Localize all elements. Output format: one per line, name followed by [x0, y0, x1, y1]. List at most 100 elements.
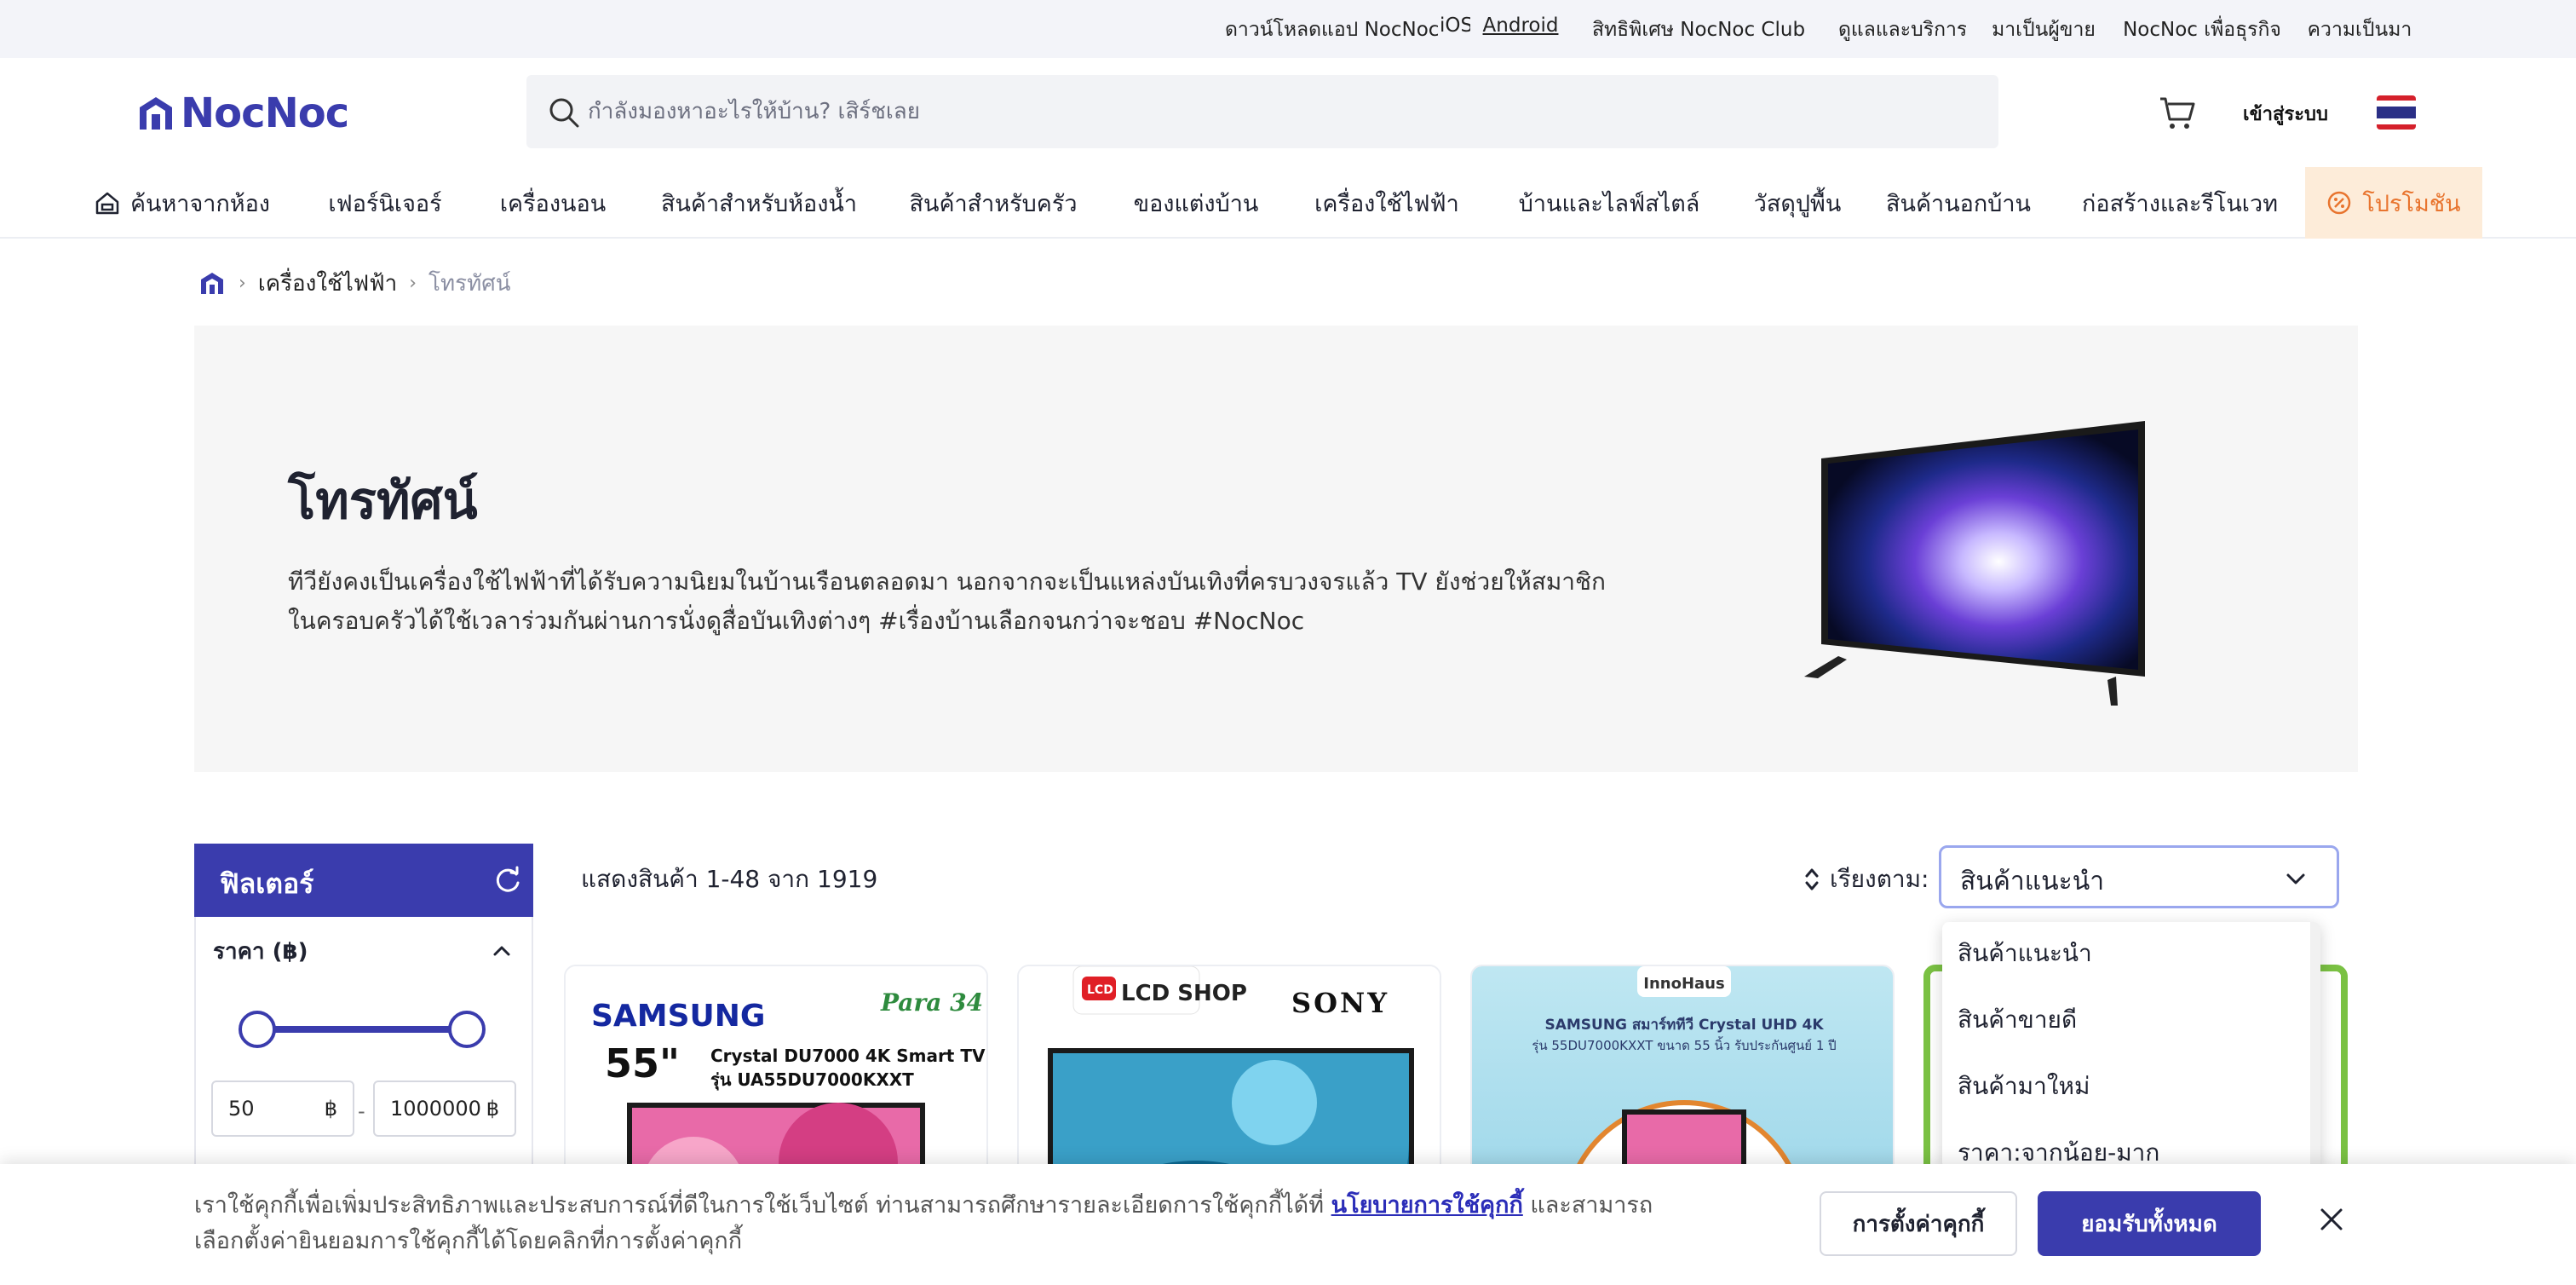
breadcrumb-appliances[interactable]: เครื่องใช้ไฟฟ้า: [258, 266, 397, 301]
filter-title: ฟิลเตอร์: [220, 867, 314, 900]
breadcrumb-current[interactable]: โทรทัศน์: [428, 266, 510, 301]
nav-item-bedding[interactable]: เครื่องนอน: [470, 167, 635, 239]
nav-item-construction[interactable]: ก่อสร้างและรีโนเวท: [2055, 167, 2305, 239]
card-shop: LCD SHOP: [1121, 981, 1247, 1006]
login-button[interactable]: เข้าสู่ระบบ: [2218, 84, 2353, 143]
nav-label: เครื่องนอน: [499, 190, 607, 217]
nav-label: บ้านและไลฟ์สไตล์: [1518, 190, 1700, 217]
nav-item-search-by-room[interactable]: ค้นหาจากห้อง: [66, 167, 298, 239]
topbar-link-about[interactable]: ความเป็นมา: [2305, 14, 2414, 45]
nav-item-promotion[interactable]: โปรโมชัน: [2305, 167, 2482, 239]
nav-item-furniture[interactable]: เฟอร์นิเจอร์: [300, 167, 470, 239]
sort-dropdown-menu: สินค้าแนะนำ สินค้าขายดี สินค้ามาใหม่ ราค…: [1942, 922, 2320, 1169]
card-line-1: SAMSUNG สมาร์ททีวี Crystal UHD 4K: [1544, 1016, 1824, 1034]
breadcrumb: › เครื่องใช้ไฟฟ้า › โทรทัศน์: [198, 266, 511, 300]
search-icon[interactable]: [545, 94, 583, 131]
currency-label: ฿: [324, 1097, 337, 1121]
breadcrumb-separator-icon: ›: [239, 272, 246, 294]
card-size: 55": [605, 1040, 680, 1086]
max-handle-value: 1000000: [443, 1000, 497, 1014]
card-line-1: Crystal DU7000 4K Smart TV: [710, 1046, 986, 1066]
dropdown-scrollbar[interactable]: [2310, 922, 2320, 1169]
topbar-link-ios[interactable]: iOS: [1440, 14, 1470, 37]
sort-label-text: เรียงตาม:: [1830, 865, 1929, 893]
card-line-2: รุ่น UA55DU7000KXXT: [710, 1069, 914, 1091]
refresh-icon[interactable]: [492, 864, 523, 896]
category-nav: ค้นหาจากห้อง เฟอร์นิเจอร์ เครื่องนอน สิน…: [0, 167, 2576, 239]
nav-item-home-decor[interactable]: ของแต่งบ้าน: [1104, 167, 1288, 239]
price-slider-max-handle[interactable]: 1000000: [444, 1000, 497, 1048]
card-line-2: รุ่น 55DU7000KXXT ขนาด 55 นิ้ว รับประกัน…: [1532, 1036, 1836, 1054]
topbar-link-nocnoc-club[interactable]: สิทธิพิเศษ NocNoc Club: [1579, 14, 1818, 45]
nav-item-outdoor[interactable]: สินค้านอกบ้าน: [1862, 167, 2055, 239]
category-description: ทีวียังคงเป็นเครื่องใช้ไฟฟ้าที่ได้รับควา…: [288, 568, 1606, 635]
nav-item-kitchen[interactable]: สินค้าสำหรับครัว: [883, 167, 1104, 239]
cart-icon[interactable]: [2155, 92, 2199, 133]
sort-option-newest[interactable]: สินค้ามาใหม่: [1958, 1065, 2281, 1108]
nocnoc-logo[interactable]: NocNoc: [135, 89, 365, 138]
nav-label: ก่อสร้างและรีโนเวท: [2082, 190, 2278, 217]
thai-flag-icon[interactable]: [2377, 95, 2416, 130]
price-filter-label: ราคา (฿): [213, 938, 308, 965]
room-icon: [95, 192, 119, 215]
topbar-link-service[interactable]: ดูแลและบริการ: [1838, 14, 1966, 45]
card-tag: Para 34: [880, 988, 983, 1017]
download-app-label: ดาวน์โหลดแอป NocNoc: [1225, 19, 1440, 41]
sort-option-best-selling[interactable]: สินค้าขายดี: [1958, 999, 2281, 1041]
nav-label: สินค้าสำหรับห้องน้ำ: [660, 190, 858, 217]
price-max-input[interactable]: 1000000 ฿: [373, 1080, 516, 1137]
price-max-value: 1000000: [390, 1097, 481, 1121]
nav-label: โปรโมชัน: [2362, 190, 2461, 217]
result-count: แสดงสินค้า 1-48 จาก 1919: [581, 865, 878, 893]
nav-label: ค้นหาจากห้อง: [129, 190, 270, 217]
topbar-link-become-seller[interactable]: มาเป็นผู้ขาย: [1988, 14, 2099, 45]
accept-all-cookies-button[interactable]: ยอมรับทั้งหมด: [2038, 1191, 2261, 1256]
currency-label: ฿: [486, 1097, 499, 1121]
price-slider-track[interactable]: [245, 1026, 469, 1033]
tv-image: [1804, 421, 2145, 706]
nav-item-home-lifestyle[interactable]: บ้านและไลฟ์สไตล์: [1486, 167, 1733, 239]
close-icon[interactable]: [2310, 1198, 2353, 1241]
nav-label: วัสดุปูพื้น: [1753, 190, 1842, 217]
nav-label: เครื่องใช้ไฟฟ้า: [1314, 190, 1459, 217]
top-utility-bar: ดาวน์โหลดแอป NocNoc iOS Android สิทธิพิเ…: [0, 0, 2576, 58]
promo-icon: [2328, 191, 2351, 215]
cookie-message: เราใช้คุกกี้เพื่อเพิ่มประสิทธิภาพและประส…: [194, 1188, 1659, 1259]
chevron-down-icon[interactable]: [2280, 863, 2311, 894]
card-brand: SAMSUNG: [591, 999, 765, 1034]
sort-selected-value: สินค้าแนะนำ: [1960, 867, 2105, 896]
logo-mark-icon: [140, 97, 172, 130]
price-slider-min-handle[interactable]: 50: [239, 1000, 276, 1048]
chevron-up-icon: [493, 946, 510, 956]
nav-item-bathroom[interactable]: สินค้าสำหรับห้องน้ำ: [635, 167, 883, 239]
svg-text:LCD: LCD: [1087, 983, 1113, 997]
nav-item-appliances[interactable]: เครื่องใช้ไฟฟ้า: [1288, 167, 1486, 239]
nav-item-flooring[interactable]: วัสดุปูพื้น: [1733, 167, 1862, 239]
category-hero: โทรทัศน์ ทีวียังคงเป็นเครื่องใช้ไฟฟ้าที่…: [194, 326, 2358, 772]
cookie-settings-button[interactable]: การตั้งค่าคุกกี้: [1820, 1191, 2017, 1256]
price-filter-toggle[interactable]: ราคา (฿): [213, 934, 513, 968]
page-title: โทรทัศน์: [288, 471, 478, 531]
nav-label: สินค้าสำหรับครัว: [909, 190, 1078, 217]
search-bar[interactable]: [526, 75, 1998, 148]
sort-option-recommended[interactable]: สินค้าแนะนำ: [1958, 932, 2281, 975]
topbar-link-android[interactable]: Android: [1482, 14, 1559, 37]
nav-label: ของแต่งบ้าน: [1133, 190, 1259, 217]
min-handle-value: 50: [253, 1000, 268, 1014]
search-input[interactable]: [588, 92, 1951, 131]
cookie-policy-link[interactable]: นโยบายการใช้คุกกี้: [1331, 1192, 1523, 1219]
sort-select[interactable]: สินค้าแนะนำ: [1939, 845, 2339, 908]
price-min-value: 50: [228, 1097, 255, 1121]
price-min-input[interactable]: 50 ฿: [211, 1080, 354, 1137]
home-icon[interactable]: [198, 268, 227, 297]
nav-label: เฟอร์นิเจอร์: [328, 190, 442, 217]
card-brand: SONY: [1291, 987, 1389, 1019]
card-store: InnoHaus: [1643, 975, 1724, 993]
topbar-link-business[interactable]: NocNoc เพื่อธุรกิจ: [2119, 14, 2285, 45]
sort-label: เรียงตาม:: [1803, 861, 1929, 898]
cookie-consent-bar: เราใช้คุกกี้เพื่อเพิ่มประสิทธิภาพและประส…: [0, 1164, 2576, 1285]
logo-wordmark: NocNoc: [181, 89, 349, 137]
sort-icon: [1805, 868, 1819, 890]
cookie-text-before: เราใช้คุกกี้เพื่อเพิ่มประสิทธิภาพและประส…: [194, 1192, 1331, 1219]
breadcrumb-separator-icon: ›: [409, 272, 417, 294]
